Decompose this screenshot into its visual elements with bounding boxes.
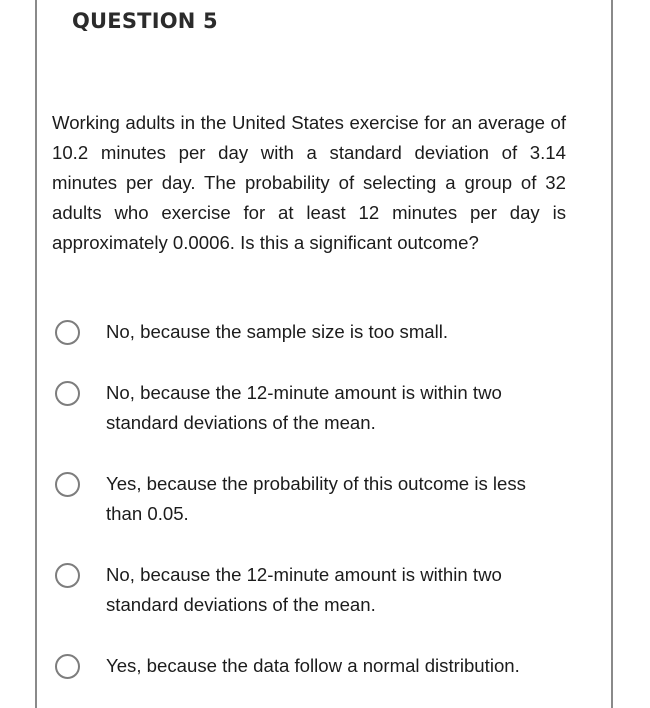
radio-button-icon[interactable]: [55, 472, 80, 497]
answer-option-label: No, because the 12-minute amount is with…: [106, 382, 502, 433]
answer-option-1[interactable]: No, because the sample size is too small…: [54, 317, 584, 347]
answer-option-label: Yes, because the data follow a normal di…: [106, 655, 520, 676]
radio-button-icon[interactable]: [55, 320, 80, 345]
question-prompt: Working adults in the United States exer…: [52, 112, 566, 253]
answer-option-label: No, because the sample size is too small…: [106, 321, 449, 342]
radio-button-icon[interactable]: [55, 381, 80, 406]
answer-option-label: Yes, because the probability of this out…: [106, 473, 526, 524]
answer-option-label: No, because the 12-minute amount is with…: [106, 564, 502, 615]
radio-button-icon[interactable]: [55, 563, 80, 588]
question-title: QUESTION 5: [72, 9, 218, 33]
radio-button-icon[interactable]: [55, 654, 80, 679]
answer-option-4[interactable]: No, because the 12-minute amount is with…: [54, 560, 584, 620]
answer-option-5[interactable]: Yes, because the data follow a normal di…: [54, 651, 584, 681]
answer-option-3[interactable]: Yes, because the probability of this out…: [54, 469, 584, 529]
answer-option-2[interactable]: No, because the 12-minute amount is with…: [54, 378, 584, 438]
